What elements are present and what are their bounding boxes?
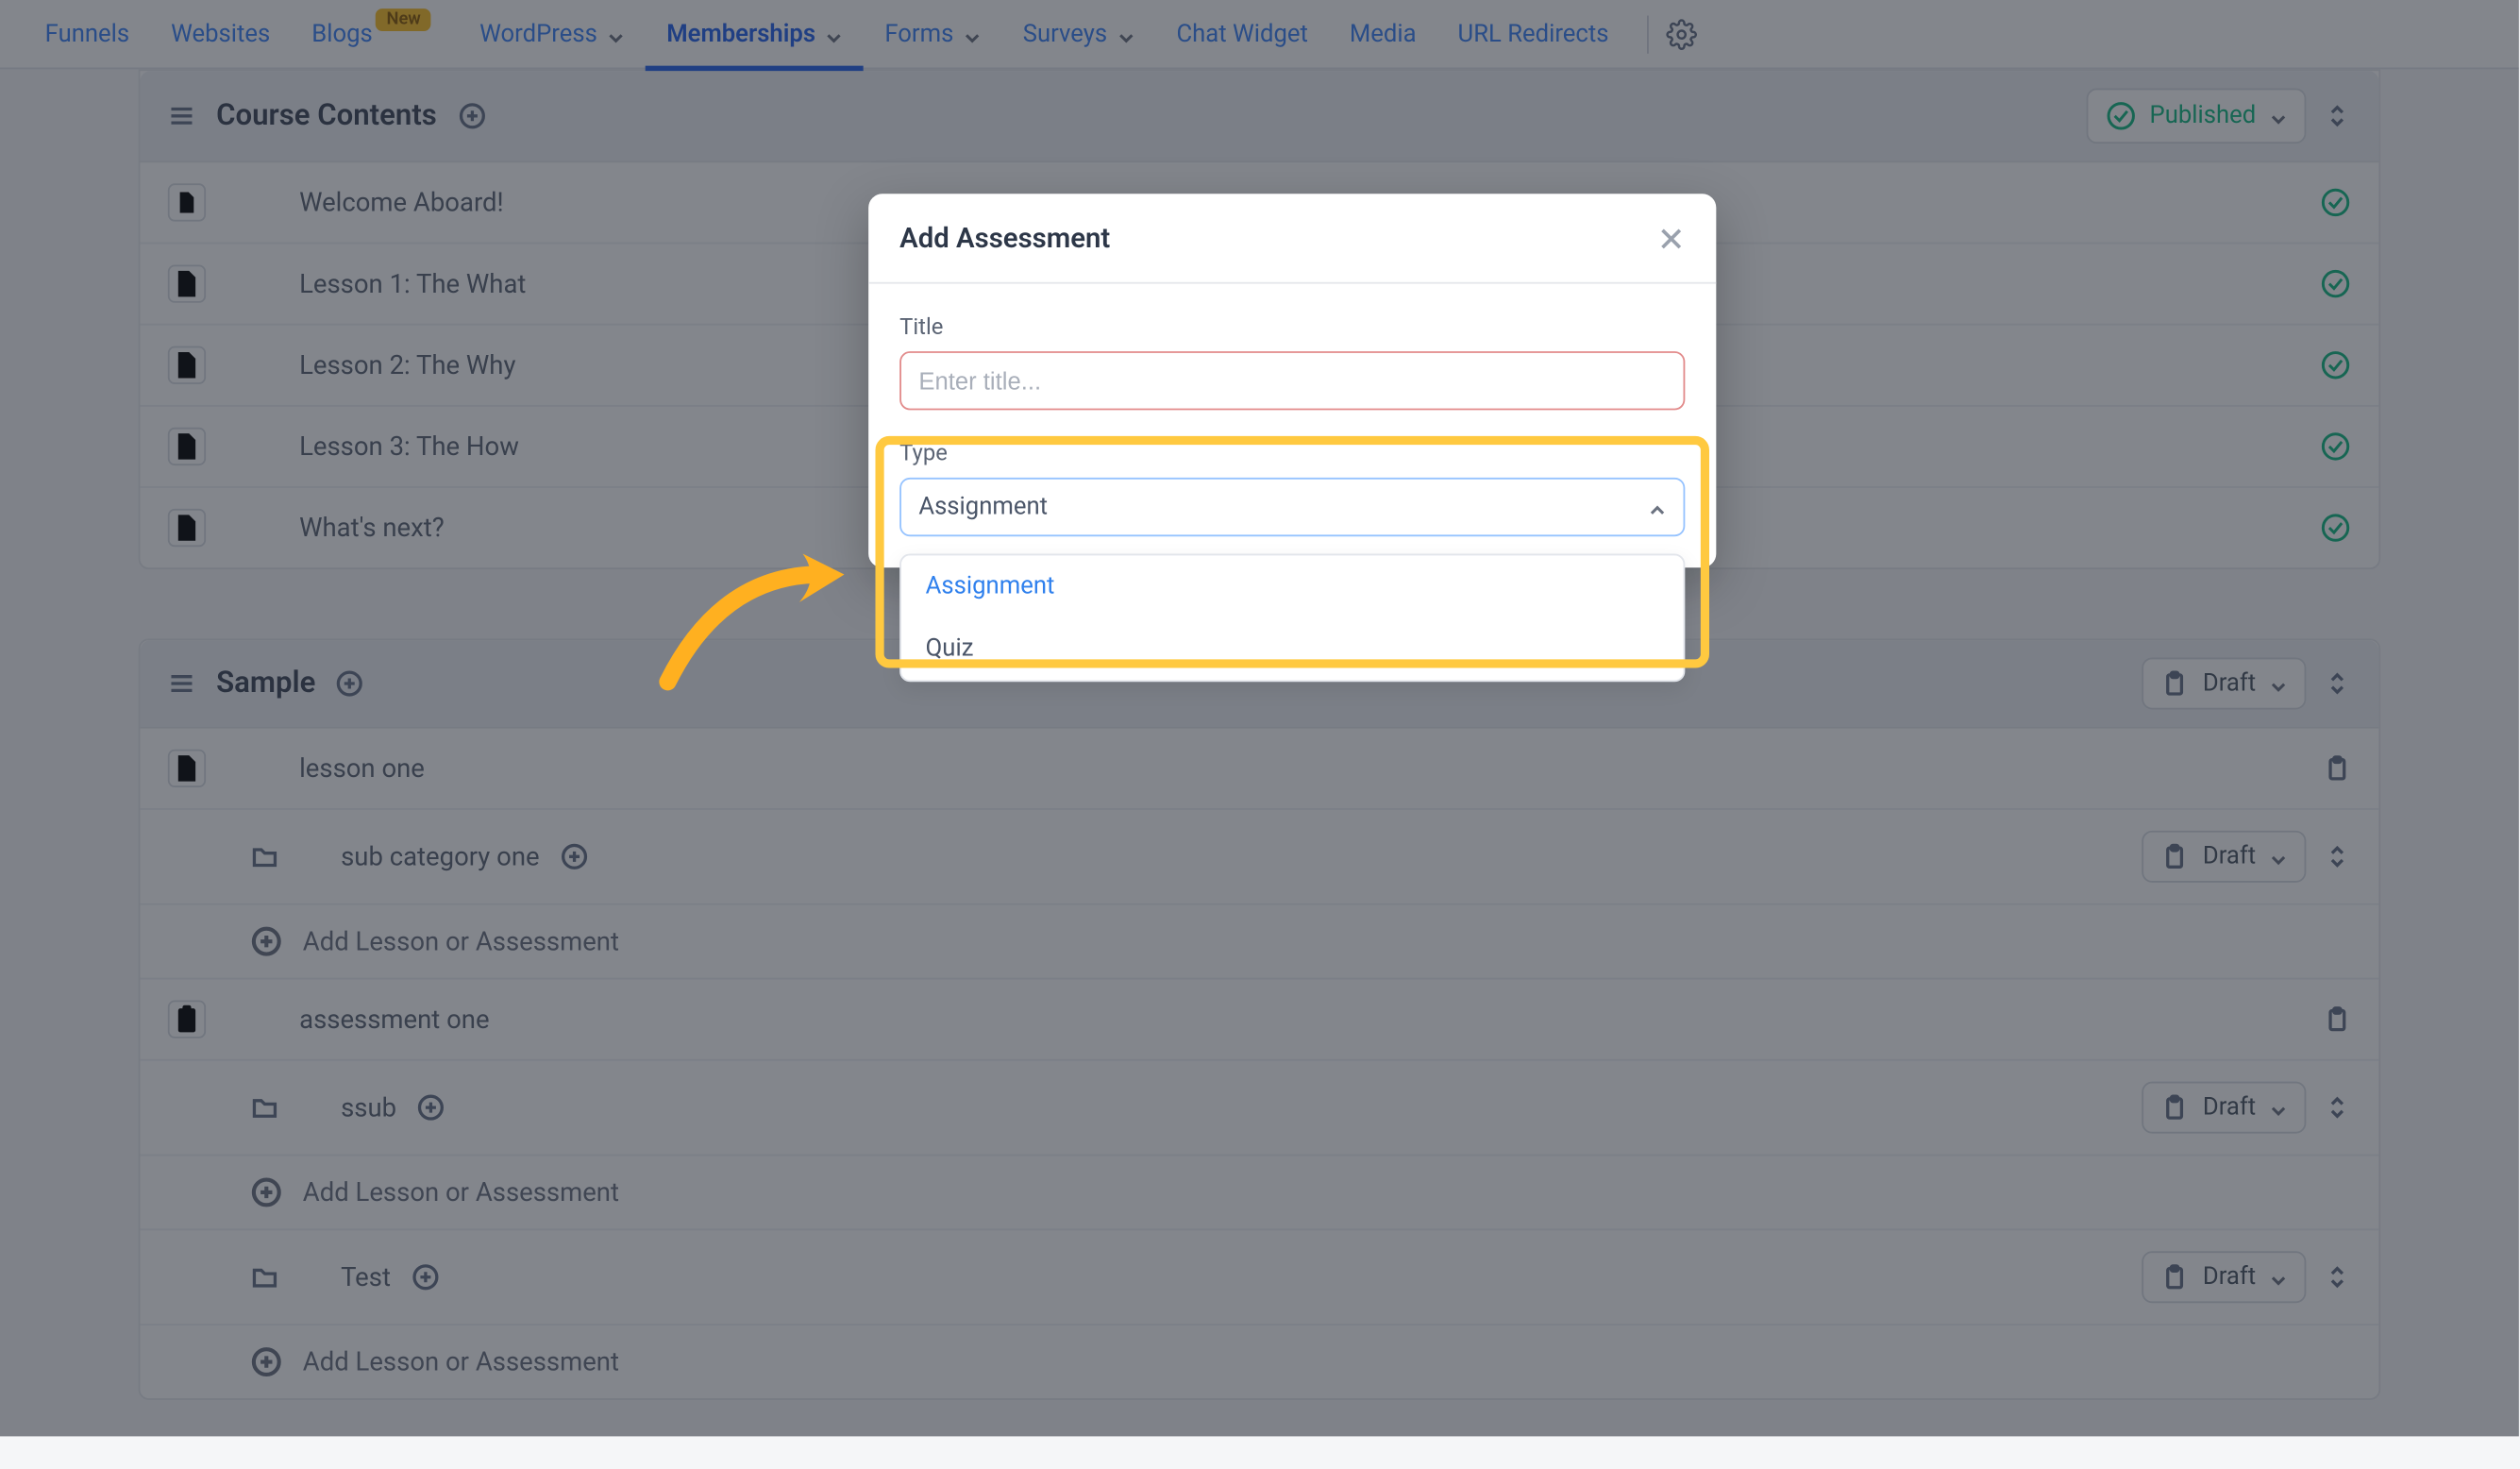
title-input[interactable] xyxy=(899,351,1685,410)
option-quiz[interactable]: Quiz xyxy=(901,617,1684,680)
modal-header: Add Assessment xyxy=(868,194,1716,283)
modal-body: Title Type Assignment xyxy=(868,284,1716,568)
type-select[interactable]: Assignment xyxy=(899,478,1685,536)
modal-title: Add Assessment xyxy=(899,222,1110,255)
type-value: Assignment xyxy=(918,493,1048,520)
add-assessment-modal: Add Assessment Title Type Assignment Ass… xyxy=(868,194,1716,567)
close-icon[interactable] xyxy=(1657,224,1685,251)
title-label: Title xyxy=(899,315,1685,341)
option-assignment[interactable]: Assignment xyxy=(901,555,1684,617)
type-label: Type xyxy=(899,441,1685,466)
chevron-up-icon xyxy=(1649,498,1666,515)
type-dropdown: Assignment Quiz xyxy=(899,554,1685,683)
